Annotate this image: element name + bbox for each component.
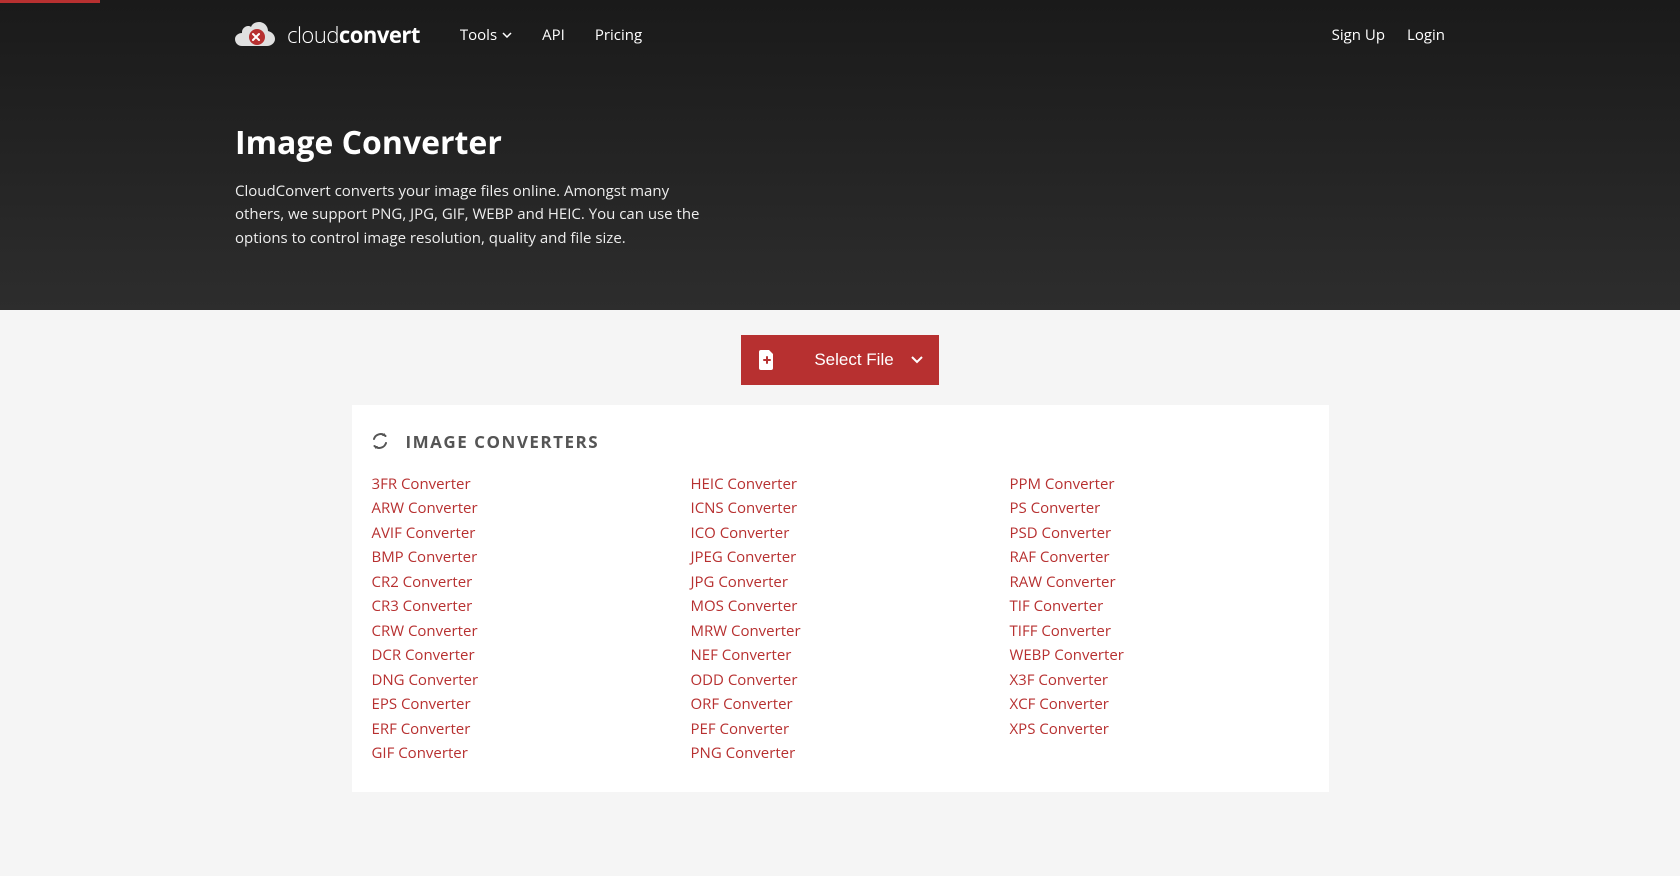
card-title: IMAGE CONVERTERS <box>406 430 600 453</box>
converter-link[interactable]: PS Converter <box>1010 499 1309 519</box>
converter-link[interactable]: RAW Converter <box>1010 573 1309 593</box>
converter-link[interactable]: XPS Converter <box>1010 720 1309 740</box>
navbar: cloudconvert Tools API Pricing Sign Up L… <box>215 3 1465 66</box>
nav-links-right: Sign Up Login <box>1332 25 1445 45</box>
converter-link[interactable]: PEF Converter <box>691 720 990 740</box>
converter-link[interactable]: ODD Converter <box>691 671 990 691</box>
converter-columns: 3FR Converter ARW Converter AVIF Converter… <box>372 475 1309 764</box>
converter-link[interactable]: HEIC Converter <box>691 475 990 495</box>
converter-link[interactable]: CR2 Converter <box>372 573 671 593</box>
converter-link[interactable]: X3F Converter <box>1010 671 1309 691</box>
select-file-row: Select File <box>0 310 1680 405</box>
converter-link[interactable]: PPM Converter <box>1010 475 1309 495</box>
card-header: IMAGE CONVERTERS <box>372 430 1309 453</box>
converter-link[interactable]: DNG Converter <box>372 671 671 691</box>
converter-link[interactable]: ORF Converter <box>691 695 990 715</box>
nav-api[interactable]: API <box>542 25 565 45</box>
chevron-down-icon <box>502 32 512 38</box>
converter-link[interactable]: PNG Converter <box>691 744 990 764</box>
converter-link[interactable]: ERF Converter <box>372 720 671 740</box>
select-file-button[interactable]: Select File <box>741 335 939 385</box>
accent-bar <box>0 0 100 3</box>
converter-link[interactable]: NEF Converter <box>691 646 990 666</box>
converter-link[interactable]: TIF Converter <box>1010 597 1309 617</box>
converter-column-3: PPM Converter PS Converter PSD Converter RA… <box>1010 475 1309 764</box>
converter-link[interactable]: MOS Converter <box>691 597 990 617</box>
converter-link[interactable]: RAF Converter <box>1010 548 1309 568</box>
logo-text: cloudconvert <box>287 20 420 50</box>
nav-login[interactable]: Login <box>1407 25 1445 45</box>
hero: Image Converter CloudConvert converts yo… <box>215 66 1465 250</box>
converter-link[interactable]: AVIF Converter <box>372 524 671 544</box>
chevron-down-icon <box>911 356 923 364</box>
converter-link[interactable]: MRW Converter <box>691 622 990 642</box>
nav-tools[interactable]: Tools <box>460 25 512 45</box>
cloud-logo-icon <box>235 20 277 50</box>
refresh-icon <box>372 433 388 449</box>
converter-link[interactable]: TIFF Converter <box>1010 622 1309 642</box>
converter-link[interactable]: 3FR Converter <box>372 475 671 495</box>
nav-pricing[interactable]: Pricing <box>595 25 642 45</box>
converter-link[interactable]: JPEG Converter <box>691 548 990 568</box>
page-description: CloudConvert converts your image files o… <box>235 180 715 250</box>
nav-signup[interactable]: Sign Up <box>1332 25 1385 45</box>
logo-link[interactable]: cloudconvert <box>235 20 420 50</box>
converter-link[interactable]: XCF Converter <box>1010 695 1309 715</box>
converters-card: IMAGE CONVERTERS 3FR Converter ARW Conver… <box>352 405 1329 792</box>
converter-link[interactable]: EPS Converter <box>372 695 671 715</box>
converter-link[interactable]: BMP Converter <box>372 548 671 568</box>
converter-link[interactable]: CRW Converter <box>372 622 671 642</box>
page-title: Image Converter <box>235 121 1445 164</box>
converter-link[interactable]: WEBP Converter <box>1010 646 1309 666</box>
converter-column-1: 3FR Converter ARW Converter AVIF Converter… <box>372 475 671 764</box>
converter-link[interactable]: CR3 Converter <box>372 597 671 617</box>
nav-links-left: Tools API Pricing <box>460 25 1332 45</box>
converter-link[interactable]: ICO Converter <box>691 524 990 544</box>
converter-column-2: HEIC Converter ICNS Converter ICO Converte… <box>691 475 990 764</box>
converter-link[interactable]: ARW Converter <box>372 499 671 519</box>
converter-link[interactable]: GIF Converter <box>372 744 671 764</box>
header: cloudconvert Tools API Pricing Sign Up L… <box>0 0 1680 310</box>
converter-link[interactable]: JPG Converter <box>691 573 990 593</box>
converter-link[interactable]: PSD Converter <box>1010 524 1309 544</box>
converter-link[interactable]: DCR Converter <box>372 646 671 666</box>
converter-link[interactable]: ICNS Converter <box>691 499 990 519</box>
